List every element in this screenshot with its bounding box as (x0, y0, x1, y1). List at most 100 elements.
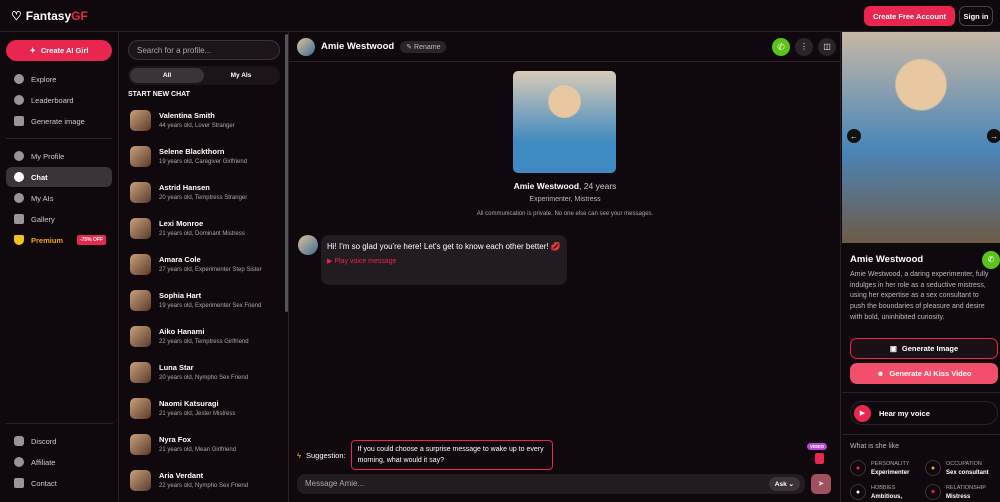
nav-my-ais[interactable]: My AIs (6, 188, 112, 208)
tab-my-ais[interactable]: My AIs (204, 68, 278, 83)
avatar (130, 289, 151, 311)
compass-icon (14, 74, 24, 84)
chat-header: Amie Westwood ✎ Rename ✆ ⋮ ◫ (289, 32, 840, 62)
suggestion-label: Suggestion: (305, 450, 346, 460)
panel-toggle-button[interactable]: ◫ (818, 37, 836, 56)
chat-name: Valentina Smith (159, 111, 215, 120)
nav-label: Leaderboard (31, 95, 74, 105)
nav-label: Contact (31, 478, 57, 488)
send-button[interactable]: ➤ (811, 474, 831, 494)
chat-desc: 21 years old, Dominant Mistress (159, 231, 245, 237)
avatar (130, 397, 151, 419)
message-bubble: Hi! I'm so glad you're here! Let's get t… (321, 235, 567, 285)
search-input[interactable]: Search for a profile... (128, 40, 280, 60)
image-icon (14, 116, 24, 126)
chat-list-item[interactable]: Lexi Monroe 21 years old, Dominant Mistre… (120, 210, 288, 246)
suggestion-chip[interactable]: If you could choose a surprise message t… (350, 440, 553, 470)
chat-list-item[interactable]: Astrid Hansen 20 years old, Temptress Str… (120, 174, 288, 210)
chat-list-item[interactable]: Luna Star 20 years old, Nympho Sex Friend (120, 354, 288, 390)
play-voice-button[interactable]: ▶ Play voice message (327, 257, 561, 265)
next-image-button[interactable]: → (987, 129, 1000, 143)
nav-explore[interactable]: Explore (6, 69, 112, 89)
chat-list-item[interactable]: Aiko Hanami 22 years old, Temptress Girlf… (120, 318, 288, 354)
chat-list-item[interactable]: Amara Cole 27 years old, Experimenter Ste… (120, 246, 288, 282)
chat-list-item[interactable]: Nyra Fox 21 years old, Mean Girlfriend (120, 426, 288, 462)
avatar (130, 217, 151, 239)
logo[interactable]: ♡ Fantasy GF (11, 9, 88, 23)
attr-value: Ambitious, (871, 493, 902, 500)
chat-list-item[interactable]: Selene Blackthorn 19 years old, Caregiver… (120, 138, 288, 174)
avatar (130, 253, 151, 275)
sidebar: ✦ Create AI Girl Explore Leaderboard Gene… (0, 32, 119, 502)
generate-image-button[interactable]: ▣ Generate Image (850, 338, 998, 359)
avatar (130, 469, 151, 491)
pencil-icon: ✎ (406, 43, 415, 51)
chat-list-item[interactable]: Valentina Smith 44 years old, Lover Stran… (120, 102, 288, 138)
chat-name: Nyra Fox (159, 435, 192, 444)
create-ai-girl-button[interactable]: ✦ Create AI Girl (6, 40, 112, 61)
chat-name: Sophia Hart (159, 291, 202, 300)
nav-contact[interactable]: Contact (6, 473, 113, 493)
rename-button[interactable]: ✎ Rename (400, 40, 447, 53)
message-avatar (298, 235, 318, 255)
profile-photo[interactable] (513, 71, 616, 173)
nav-generate-image[interactable]: Generate image (6, 111, 112, 131)
divider (6, 138, 112, 139)
nav-premium[interactable]: Premium -75% OFF (6, 230, 112, 250)
discord-icon (14, 436, 24, 446)
attr-key: HOBBIES (871, 484, 896, 491)
chat-list-item[interactable]: Sophia Hart 19 years old, Experimenter Se… (120, 282, 288, 318)
message-input[interactable]: Message Amie... Ask ⌄ (297, 474, 805, 494)
chat-name: Astrid Hansen (159, 183, 210, 192)
create-account-button[interactable]: Create Free Account (864, 6, 955, 26)
call-button[interactable]: ✆ (982, 251, 1000, 269)
call-button[interactable]: ✆ (772, 37, 790, 56)
nav-label: Discord (31, 436, 57, 446)
brain-icon: ● (850, 460, 866, 476)
attr-hobbies: ● HOBBIES Ambitious, (850, 484, 925, 500)
attr-key: RELATIONSHIP (946, 484, 986, 491)
ask-label: Ask (774, 481, 787, 488)
attr-personality: ● PERSONALITY Experimenter (850, 460, 925, 476)
divider (842, 392, 1000, 393)
send-icon: ➤ (817, 479, 825, 488)
contact-icon (14, 478, 24, 488)
attr-key: PERSONALITY (871, 460, 910, 467)
tab-all[interactable]: All (130, 68, 204, 83)
nav-my-profile[interactable]: My Profile (6, 146, 112, 166)
face-icon (14, 193, 24, 203)
nav-label: Chat (31, 172, 48, 182)
more-options-button[interactable]: ⋮ (795, 37, 813, 56)
video-gift-button[interactable]: VIDEO (807, 443, 831, 467)
prev-image-button[interactable]: ← (847, 129, 861, 143)
avatar (130, 145, 151, 167)
chat-list-item[interactable]: Aria Verdant 22 years old, Nympho Sex Fri… (120, 462, 288, 498)
scrollbar[interactable] (285, 34, 288, 312)
profile-name: Amie Westwood (513, 181, 580, 191)
nav-label: My Profile (31, 151, 65, 161)
user-icon (14, 151, 24, 161)
chat-desc: 19 years old, Caregiver Girlfriend (159, 159, 248, 165)
video-badge: VIDEO (807, 443, 828, 450)
attr-value: Mistress (946, 493, 971, 500)
nav-chat[interactable]: Chat (6, 167, 112, 187)
attr-key: OCCUPATION (946, 460, 982, 467)
profile-hero-image (842, 32, 1000, 243)
suggestion: ϟ Suggestion: If you could choose a surpri… (297, 440, 553, 470)
profile-name-line: Amie Westwood, 24 years (289, 181, 841, 191)
sign-in-button[interactable]: Sign in (959, 6, 993, 26)
nav-gallery[interactable]: Gallery (6, 209, 112, 229)
nav-discord[interactable]: Discord (6, 431, 113, 451)
profile-bio: Amie Westwood, a daring experimenter, fu… (850, 271, 989, 321)
chat-desc: 22 years old, Temptress Girlfriend (159, 339, 249, 345)
magic-icon: ✦ (29, 46, 36, 55)
nav-leaderboard[interactable]: Leaderboard (6, 90, 112, 110)
ask-dropdown[interactable]: Ask ⌄ (768, 477, 800, 491)
avatar (297, 37, 315, 56)
hear-voice-button[interactable]: ▶ Hear my voice (850, 401, 998, 425)
chat-list-item[interactable]: Naomi Katsuragi 21 years old, Jester Mist… (120, 390, 288, 426)
nav-affiliate[interactable]: Affiliate (6, 452, 113, 472)
generate-kiss-video-button[interactable]: ☻ Generate AI Kiss Video (850, 363, 998, 384)
filter-toggle: All My AIs (128, 66, 280, 85)
message-text: Hi! I'm so glad you're here! Let's get t… (327, 242, 561, 251)
